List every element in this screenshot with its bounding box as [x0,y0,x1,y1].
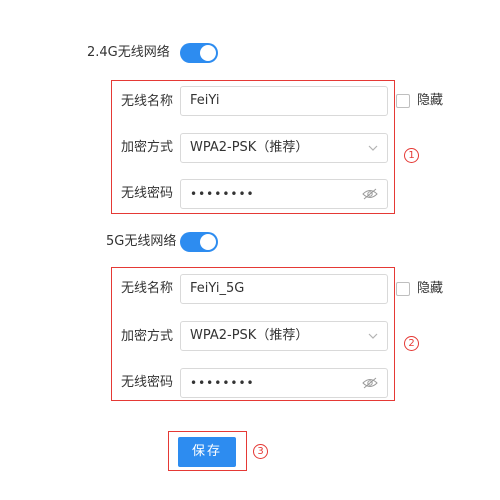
annotation-marker-3: 3 [253,444,268,459]
chevron-down-icon [368,333,378,339]
toggle-knob [200,234,216,250]
password-label-24g: 无线密码 [121,186,174,201]
hide-label-5g: 隐藏 [417,281,444,296]
encryption-value-24g: WPA2-PSK（推荐） [190,140,309,155]
annotation-marker-1: 1 [404,148,419,163]
section-title-24g: 2.4G无线网络 [87,45,170,60]
ssid-label-5g: 无线名称 [121,281,174,296]
password-value-24g: •••••••• [190,187,255,201]
password-value-5g: •••••••• [190,376,255,390]
password-label-5g: 无线密码 [121,375,174,390]
chevron-down-icon [368,145,378,151]
hide-checkbox-5g[interactable] [396,282,410,296]
password-input-5g[interactable]: •••••••• [180,368,388,398]
toggle-5g[interactable] [180,232,218,252]
encryption-value-5g: WPA2-PSK（推荐） [190,328,309,343]
encryption-select-5g[interactable]: WPA2-PSK（推荐） [180,321,388,351]
toggle-knob [200,45,216,61]
ssid-input-24g[interactable]: FeiYi [180,86,388,116]
password-input-24g[interactable]: •••••••• [180,179,388,209]
eye-off-icon[interactable] [362,377,378,389]
encryption-label-5g: 加密方式 [121,329,174,344]
encryption-label-24g: 加密方式 [121,140,174,155]
ssid-label-24g: 无线名称 [121,94,174,109]
toggle-24g[interactable] [180,43,218,63]
section-title-5g: 5G无线网络 [106,234,177,249]
save-button[interactable]: 保存 [178,437,236,467]
encryption-select-24g[interactable]: WPA2-PSK（推荐） [180,133,388,163]
eye-off-icon[interactable] [362,188,378,200]
hide-checkbox-24g[interactable] [396,94,410,108]
hide-label-24g: 隐藏 [417,93,444,108]
annotation-marker-2: 2 [404,336,419,351]
ssid-input-5g[interactable]: FeiYi_5G [180,274,388,304]
